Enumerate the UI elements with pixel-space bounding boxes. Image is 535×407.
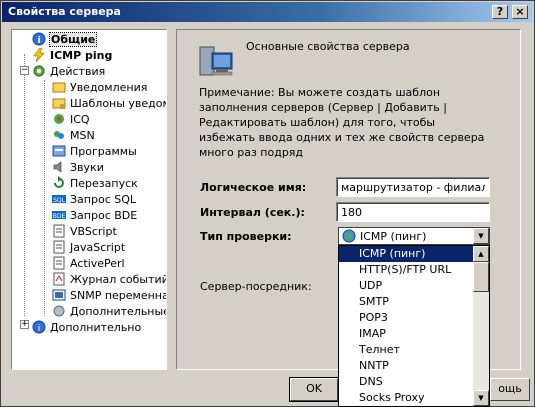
server-computer-icon: [198, 43, 234, 84]
proxy-server-label: Сервер-посредник:: [200, 280, 312, 293]
close-button[interactable]: ×: [512, 5, 528, 19]
script-icon: [52, 224, 66, 238]
window-title: Свойства сервера: [8, 5, 121, 18]
tree-item-msn[interactable]: MSN: [52, 127, 95, 143]
lightning-icon: [32, 48, 46, 62]
tree-item-snmp-variable[interactable]: SNMP переменна: [52, 287, 166, 303]
folder-lock-icon: [52, 96, 66, 110]
check-type-dropdown[interactable]: ICMP (пинг) HTTP(S)/FTP URL UDP SMTP POP…: [338, 245, 490, 407]
tree-item-restart[interactable]: Перезапуск: [52, 175, 138, 191]
script-icon: [52, 240, 66, 254]
help-title-button[interactable]: ?: [492, 5, 508, 19]
tree-item-vbscript[interactable]: VBScript: [52, 223, 117, 239]
tree-item-bde-query[interactable]: BDE Запрос BDE: [52, 207, 137, 223]
msn-icon: [52, 128, 66, 142]
info-icon: i: [32, 32, 46, 46]
logical-name-input[interactable]: [336, 177, 490, 197]
bde-icon: BDE: [52, 208, 66, 222]
tree-item-additional-actions[interactable]: Дополнительные: [52, 303, 166, 319]
template-note: Примечание: Вы можете создать шаблон зап…: [199, 86, 485, 159]
tree-item-icq[interactable]: ICQ: [52, 111, 90, 127]
interval-input[interactable]: [336, 202, 490, 222]
check-type-value: ICMP (пинг): [360, 229, 427, 243]
tree-item-event-log[interactable]: Журнал событий: [52, 271, 166, 287]
tree-item-sounds[interactable]: Звуки: [52, 159, 104, 175]
tree-item-general[interactable]: i Общие: [32, 31, 98, 47]
snmp-icon: [52, 288, 66, 302]
interval-label: Интервал (сек.):: [200, 206, 305, 219]
dropdown-option[interactable]: POP3: [339, 310, 473, 326]
ok-button[interactable]: OK: [289, 377, 339, 402]
dropdown-option[interactable]: Телнет: [339, 342, 473, 358]
dropdown-option[interactable]: IMAP: [339, 326, 473, 342]
logical-name-label: Логическое имя:: [200, 181, 307, 194]
panel-title: Основные свойства сервера: [246, 40, 410, 53]
dropdown-option[interactable]: NNTP: [339, 358, 473, 374]
collapse-actions-expander[interactable]: −: [20, 66, 29, 75]
dropdown-option[interactable]: HTTP(S)/FTP URL: [339, 262, 473, 278]
gear-icon: [32, 64, 46, 78]
scroll-down-icon[interactable]: ▼: [473, 390, 489, 406]
help-button[interactable]: ощь: [490, 378, 530, 401]
tree-item-actions[interactable]: Действия: [32, 63, 105, 79]
chevron-down-icon[interactable]: ▼: [473, 228, 489, 244]
script-icon: [52, 256, 66, 270]
globe-icon: [342, 229, 356, 243]
dropdown-option[interactable]: Socks Proxy: [339, 390, 473, 406]
settings-tree[interactable]: − + i Общие ICMP ping Действия Уведомлен…: [11, 29, 167, 370]
svg-text:i: i: [37, 36, 40, 46]
speaker-icon: [52, 160, 66, 174]
scroll-thumb[interactable]: [473, 262, 489, 292]
tree-item-icmp-ping[interactable]: ICMP ping: [32, 47, 112, 63]
tree-item-programs[interactable]: Программы: [52, 143, 137, 159]
programs-icon: [52, 144, 66, 158]
check-type-select[interactable]: ICMP (пинг) ▼: [338, 227, 490, 245]
tree-item-sql-query[interactable]: SQL Запрос SQL: [52, 191, 136, 207]
tree-item-notifications[interactable]: Уведомления: [52, 79, 147, 95]
tree-item-activeperl[interactable]: ActivePerl: [52, 255, 125, 271]
svg-text:i: i: [38, 324, 41, 334]
journal-icon: [52, 272, 66, 286]
tree-item-javascript[interactable]: JavaScript: [52, 239, 125, 255]
tree-item-notification-templates[interactable]: Шаблоны уведомл: [52, 95, 166, 111]
scroll-up-icon[interactable]: ▲: [473, 246, 489, 262]
dropdown-option[interactable]: DNS: [339, 374, 473, 390]
check-type-label: Тип проверки:: [200, 230, 292, 243]
restart-icon: [52, 176, 66, 190]
folder-icon: [52, 80, 66, 94]
extra-icon: [52, 304, 66, 318]
sql-icon: SQL: [52, 192, 66, 206]
tree-item-advanced[interactable]: i Дополнительно: [32, 319, 141, 335]
svg-text:SQL: SQL: [53, 197, 66, 204]
dropdown-option[interactable]: SMTP: [339, 294, 473, 310]
expand-advanced-expander[interactable]: +: [20, 320, 29, 329]
dropdown-option[interactable]: UDP: [339, 278, 473, 294]
dropdown-option[interactable]: ICMP (пинг): [339, 246, 473, 262]
svg-text:BDE: BDE: [53, 213, 66, 220]
dropdown-scrollbar[interactable]: ▲ ▼: [473, 246, 489, 406]
icq-flower-icon: [52, 112, 66, 126]
info-icon: i: [32, 320, 46, 334]
title-bar[interactable]: Свойства сервера ? ×: [2, 2, 533, 22]
